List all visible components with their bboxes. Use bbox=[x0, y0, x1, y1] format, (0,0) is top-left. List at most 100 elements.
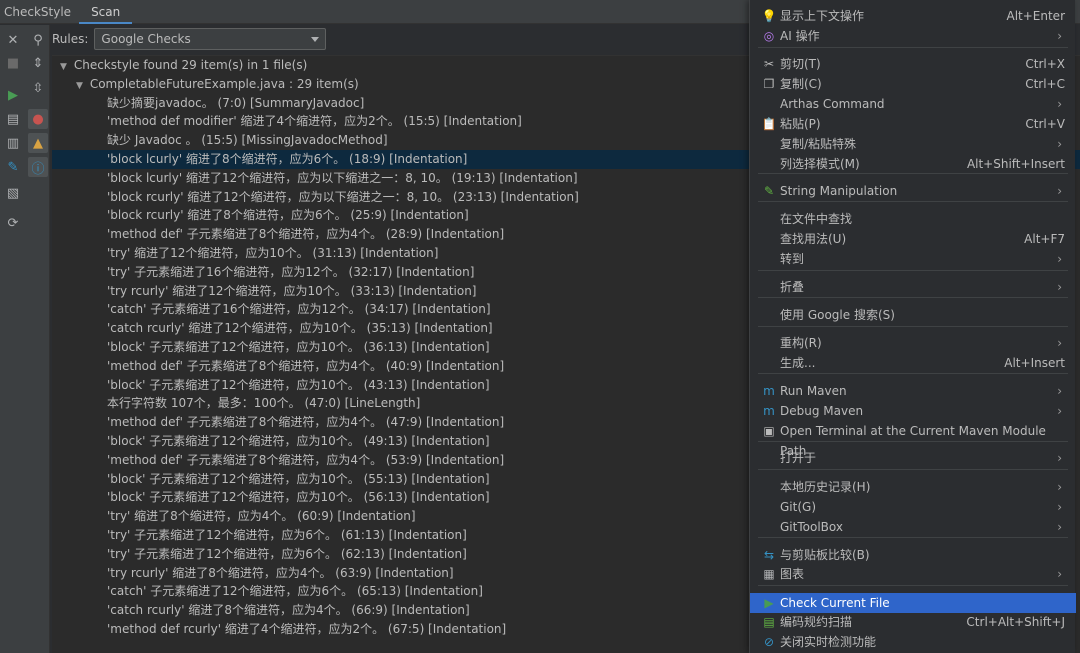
rules-dropdown[interactable]: Google Checks bbox=[94, 28, 327, 50]
close-icon[interactable]: ✕ bbox=[3, 30, 23, 50]
context-menu: 💡 显示上下文操作 Alt+Enter ◎ AI 操作 › ✂ 剪切(T) Ctrl+X ❐ 复制(… bbox=[749, 0, 1076, 653]
menu-item[interactable]: Arthas Command › bbox=[750, 94, 1076, 114]
menu-item[interactable]: Git(G) › bbox=[750, 497, 1076, 517]
export-icon[interactable]: ▧ bbox=[3, 183, 23, 203]
rules-row: Rules: Google Checks bbox=[52, 27, 327, 51]
menu-item[interactable]: m Debug Maven › bbox=[750, 401, 1076, 421]
menu-item[interactable]: 折叠 › bbox=[750, 277, 1076, 297]
menu-item-label: GitToolBox bbox=[780, 520, 843, 534]
menu-item[interactable]: 使用 Google 搜索(S) bbox=[750, 305, 1076, 325]
menu-item[interactable]: m Run Maven › bbox=[750, 381, 1076, 401]
diagram-icon: ▦ bbox=[763, 567, 775, 581]
menu-item[interactable]: 转到 › bbox=[750, 249, 1076, 269]
chevron-right-icon: › bbox=[1057, 252, 1062, 266]
menu-item[interactable]: 列选择模式(M) Alt+Shift+Insert bbox=[750, 154, 1076, 174]
info-filter-icon[interactable]: ⓘ bbox=[28, 157, 48, 177]
menu-item-label: Git(G) bbox=[780, 500, 816, 514]
disable-icon: ⊘ bbox=[763, 635, 775, 649]
menu-item-label: String Manipulation bbox=[780, 184, 898, 198]
pencil-icon: ✎ bbox=[763, 184, 775, 198]
menu-item[interactable]: ⇆ 与剪贴板比较(B) bbox=[750, 545, 1076, 565]
chevron-right-icon: › bbox=[1057, 97, 1062, 111]
tree-file-label: CompletableFutureExample.java : 29 item(… bbox=[89, 76, 359, 91]
menu-separator bbox=[758, 373, 1068, 374]
collapse-all-icon[interactable]: ⇳ bbox=[28, 78, 48, 98]
tab-scan[interactable]: Scan bbox=[79, 0, 133, 24]
menu-item[interactable]: ❐ 复制(C) Ctrl+C bbox=[750, 74, 1076, 94]
menu-item[interactable]: ▣ Open Terminal at the Current Maven Modu… bbox=[750, 421, 1076, 458]
run-icon[interactable]: ▶ bbox=[3, 85, 23, 105]
menu-item[interactable]: 生成... Alt+Insert bbox=[750, 353, 1076, 373]
scan-icon: ▤ bbox=[763, 615, 775, 629]
menu-item-label: 折叠 bbox=[780, 280, 805, 294]
chevron-right-icon: › bbox=[1057, 29, 1062, 43]
menu-separator bbox=[758, 201, 1068, 202]
tab-checkstyle[interactable]: CheckStyle bbox=[0, 0, 79, 24]
menu-item[interactable]: 在文件中查找 bbox=[750, 209, 1076, 229]
list-item-text: 'try' 缩进了12个缩进符，应为10个。 (31:13) [Indentat… bbox=[107, 246, 439, 260]
list-item-text: 'block' 子元素缩进了12个缩进符，应为10个。 (36:13) [Ind… bbox=[107, 340, 490, 354]
menu-separator bbox=[758, 326, 1068, 327]
expand-all-icon[interactable]: ⇕ bbox=[28, 53, 48, 73]
list-item-text: 'block rcurly' 缩进了12个缩进符，应为以下缩进之一：8, 10。… bbox=[107, 189, 579, 204]
list-item-text: 'try rcurly' 缩进了12个缩进符，应为10个。 (33:13) [I… bbox=[107, 283, 477, 298]
menu-item[interactable]: 📋 粘贴(P) Ctrl+V bbox=[750, 114, 1076, 134]
menu-item-label: Debug Maven bbox=[780, 404, 864, 418]
list-item-text: 'try' 子元素缩进了12个缩进符，应为6个。 (62:13) [Indent… bbox=[107, 546, 467, 561]
list-item-text: 'method def' 子元素缩进了8个缩进符，应为4个。 (28:9) [I… bbox=[107, 227, 505, 242]
rules-selected-value: Google Checks bbox=[101, 32, 191, 46]
rules-label: Rules: bbox=[52, 32, 89, 46]
menu-item-label: 显示上下文操作 bbox=[780, 9, 865, 23]
menu-item-label: 粘贴(P) bbox=[780, 117, 821, 131]
run-check-icon: ▶ bbox=[764, 596, 774, 610]
chevron-right-icon: › bbox=[1057, 567, 1062, 581]
menu-item[interactable]: 复制/粘贴特殊 › bbox=[750, 134, 1076, 154]
chevron-right-icon: › bbox=[1057, 480, 1062, 494]
list-item-text: 'block' 子元素缩进了12个缩进符，应为10个。 (43:13) [Ind… bbox=[107, 377, 490, 392]
menu-item[interactable]: ▦ 图表 › bbox=[750, 564, 1076, 584]
menu-item[interactable]: ⊘ 关闭实时检测功能 bbox=[750, 632, 1076, 652]
menu-item[interactable]: ✎ String Manipulation › bbox=[750, 181, 1076, 201]
error-filter-icon[interactable]: ● bbox=[28, 109, 48, 129]
list-item-text: 'method def' 子元素缩进了8个缩进符，应为4个。 (53:9) [I… bbox=[107, 452, 505, 467]
check-module-icon[interactable]: ▤ bbox=[3, 109, 23, 129]
list-item-text: 'try' 缩进了8个缩进符，应为4个。 (60:9) [Indentation… bbox=[107, 509, 416, 524]
menu-item[interactable]: 打开于 › bbox=[750, 448, 1076, 468]
chevron-right-icon: › bbox=[1057, 137, 1062, 151]
filter-icon[interactable]: ⚲ bbox=[28, 30, 48, 50]
list-item-text: 'block' 子元素缩进了12个缩进符，应为10个。 (49:13) [Ind… bbox=[107, 434, 490, 448]
menu-item-label: AI 操作 bbox=[780, 29, 820, 43]
menu-item[interactable]: 💡 显示上下文操作 Alt+Enter bbox=[750, 6, 1076, 26]
list-item-text: 'block rcurly' 缩进了8个缩进符，应为6个。 (25:9) [In… bbox=[107, 208, 469, 223]
menu-item[interactable]: 查找用法(U) Alt+F7 bbox=[750, 229, 1076, 249]
menu-item[interactable]: ◎ AI 操作 › bbox=[750, 26, 1076, 46]
menu-item-shortcut: Ctrl+C bbox=[1025, 77, 1065, 91]
stop-icon[interactable]: ■ bbox=[3, 53, 23, 73]
menu-item[interactable]: ✂ 剪切(T) Ctrl+X bbox=[750, 54, 1076, 74]
menu-item[interactable]: ▶ Check Current File bbox=[750, 593, 1076, 613]
list-item-text: 'catch rcurly' 缩进了12个缩进符，应为10个。 (35:13) … bbox=[107, 321, 493, 336]
bulb-icon: 💡 bbox=[761, 9, 777, 23]
chevron-right-icon: › bbox=[1057, 280, 1062, 294]
menu-item-label: 编码规约扫描 bbox=[780, 615, 853, 629]
list-item-text: 'block lcurly' 缩进了12个缩进符，应为以下缩进之一：8, 10。… bbox=[107, 170, 578, 185]
check-changes-icon[interactable]: ✎ bbox=[3, 157, 23, 177]
list-item-text: 'block' 子元素缩进了12个缩进符，应为10个。 (56:13) [Ind… bbox=[107, 490, 490, 505]
chevron-right-icon: › bbox=[1057, 384, 1062, 398]
menu-item-shortcut: Ctrl+V bbox=[1025, 117, 1065, 131]
menu-item-label: 转到 bbox=[780, 252, 805, 266]
menu-item[interactable]: 本地历史记录(H) › bbox=[750, 477, 1076, 497]
menu-item[interactable]: GitToolBox › bbox=[750, 517, 1076, 537]
menu-item-label: 查找用法(U) bbox=[780, 232, 847, 246]
chevron-right-icon: › bbox=[1057, 500, 1062, 514]
menu-item[interactable]: 重构(R) › bbox=[750, 333, 1076, 353]
chevron-right-icon: › bbox=[1057, 520, 1062, 534]
check-project-icon[interactable]: ▥ bbox=[3, 133, 23, 153]
menu-item[interactable]: ▤ 编码规约扫描 Ctrl+Alt+Shift+J bbox=[750, 612, 1076, 632]
warning-filter-icon[interactable]: ▲ bbox=[28, 133, 48, 153]
menu-item-label: 生成... bbox=[780, 356, 816, 370]
menu-item-shortcut: Alt+F7 bbox=[1024, 232, 1065, 246]
menu-separator bbox=[758, 297, 1068, 298]
list-item-text: 'try rcurly' 缩进了8个缩进符，应为4个。 (63:9) [Inde… bbox=[107, 565, 454, 580]
refresh-icon[interactable]: ⟳ bbox=[3, 213, 23, 233]
